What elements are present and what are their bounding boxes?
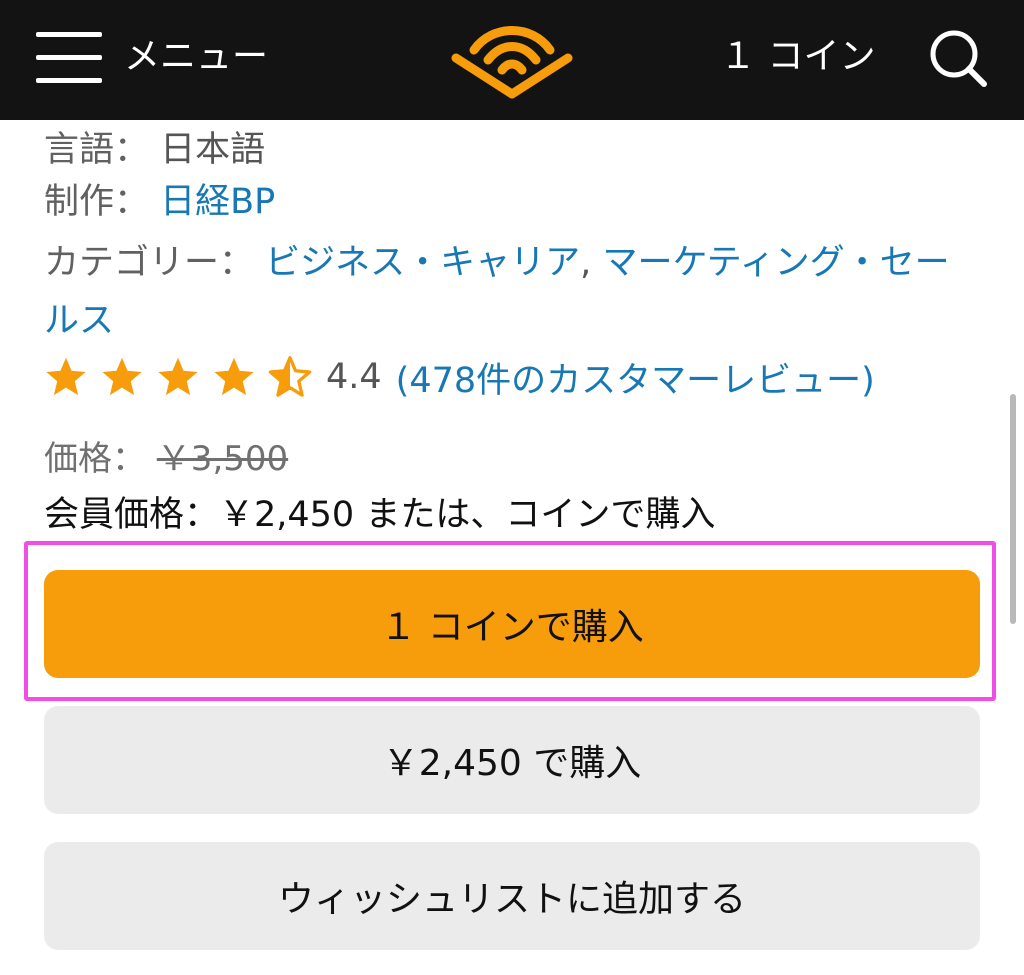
category-row: カテゴリー： ビジネス・キャリア, マーケティング・セールス bbox=[44, 234, 984, 350]
price-label: 価格： bbox=[44, 439, 146, 479]
search-icon[interactable] bbox=[926, 28, 990, 88]
add-to-wishlist-button[interactable]: ウィッシュリストに追加する bbox=[44, 842, 980, 950]
rating-value: 4.4 bbox=[326, 357, 382, 397]
publisher-row: 制作： 日経BP bbox=[44, 176, 984, 228]
rating-row: 4.4 (478件のカスタマーレビュー) bbox=[44, 348, 875, 406]
category-link-business-career[interactable]: ビジネス・キャリア bbox=[265, 243, 580, 283]
hamburger-menu-icon[interactable] bbox=[36, 30, 102, 86]
star-full-icon bbox=[102, 357, 142, 396]
star-full-icon bbox=[214, 357, 254, 396]
category-separator: , bbox=[580, 243, 603, 283]
audible-logo[interactable] bbox=[448, 18, 576, 100]
list-price-row: 価格： ￥3,500 bbox=[44, 434, 288, 484]
rating-stars bbox=[44, 355, 312, 399]
reviews-link[interactable]: (478件のカスタマーレビュー) bbox=[396, 352, 875, 403]
star-full-icon bbox=[46, 357, 86, 396]
top-nav-bar: メニュー １ コイン bbox=[0, 0, 1024, 120]
language-row: 言語： 日本語 bbox=[44, 124, 984, 176]
language-value: 日本語 bbox=[160, 130, 266, 170]
language-label: 言語： bbox=[44, 130, 150, 170]
publisher-link[interactable]: 日経BP bbox=[160, 182, 275, 222]
buy-with-coin-button[interactable]: １ コインで購入 bbox=[44, 570, 980, 678]
publisher-label: 制作： bbox=[44, 182, 150, 222]
product-details: 言語： 日本語 制作： 日経BP カテゴリー： ビジネス・キャリア, マーケティ… bbox=[44, 124, 984, 401]
star-full-icon bbox=[158, 357, 198, 396]
member-price-text: 会員価格：￥2,450 または、コインで購入 bbox=[44, 495, 716, 535]
list-price: ￥3,500 bbox=[156, 439, 289, 479]
scrollbar[interactable] bbox=[1010, 394, 1016, 624]
buy-with-price-button[interactable]: ￥2,450 で購入 bbox=[44, 706, 980, 814]
category-label: カテゴリー： bbox=[44, 243, 255, 283]
star-half-icon bbox=[268, 356, 312, 397]
coin-balance[interactable]: １ コイン bbox=[720, 32, 875, 82]
menu-label[interactable]: メニュー bbox=[124, 32, 268, 82]
